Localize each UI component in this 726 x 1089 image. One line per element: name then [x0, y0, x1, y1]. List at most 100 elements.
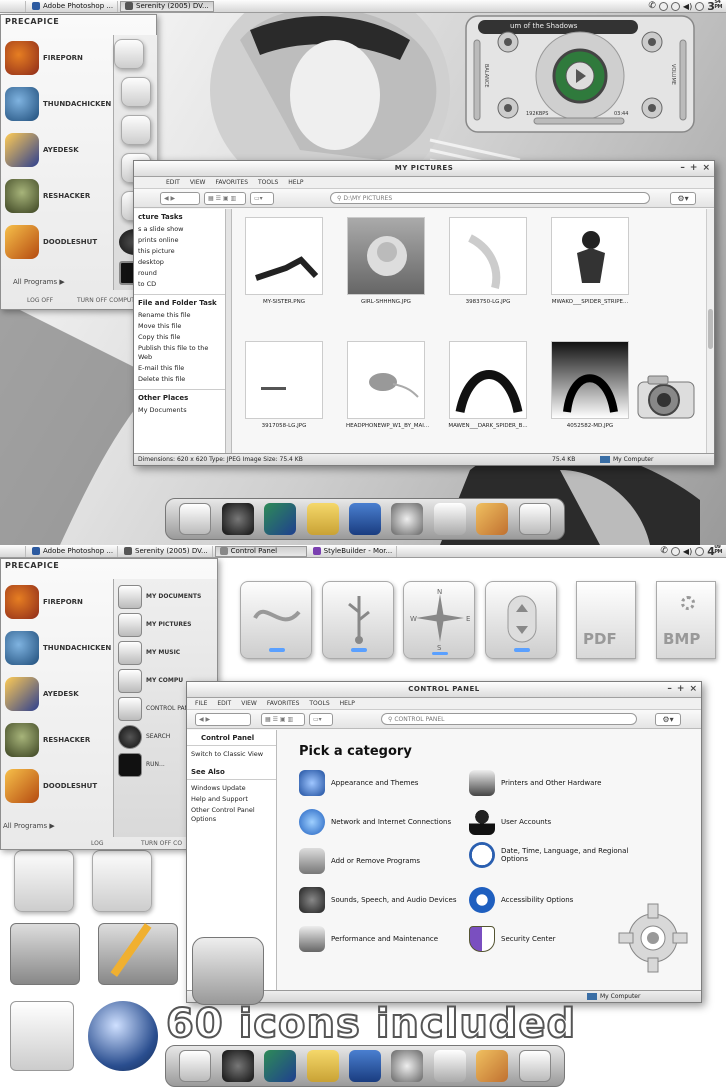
info-icon[interactable]	[695, 546, 705, 556]
scroll-thumb[interactable]	[708, 309, 713, 349]
task-link[interactable]: desktop	[134, 257, 225, 268]
shield-icon[interactable]	[670, 1, 680, 11]
my-pictures-item[interactable]: MY PICTURES	[114, 611, 217, 639]
category-add-remove[interactable]: Add or Remove Programs	[299, 848, 420, 874]
task-link[interactable]: this picture	[134, 246, 225, 257]
title-bar[interactable]: MY PICTURES – + ×	[134, 161, 714, 177]
menu-help[interactable]: HELP	[340, 700, 355, 707]
taskbar-item[interactable]: Adobe Photoshop ...	[28, 0, 119, 12]
all-programs[interactable]: All Programs ▶	[13, 278, 65, 286]
menu-help[interactable]: HELP	[288, 179, 303, 186]
start-item-reshacker[interactable]: RESHACKER	[1, 717, 111, 763]
taskbar-item[interactable]: Adobe Photoshop ...	[28, 545, 119, 557]
taskbar-item[interactable]: StyleBuilder - Mor...	[309, 545, 398, 557]
back-forward-buttons[interactable]: ◀ ▶	[160, 191, 200, 205]
menu-tools[interactable]: TOOLS	[258, 179, 278, 186]
thumbnail[interactable]: MWAKO___SPIDER_STRIPE...	[550, 217, 630, 305]
gauge-icon[interactable]	[391, 1050, 424, 1082]
category-accessibility[interactable]: Accessibility Options	[469, 887, 573, 913]
view-buttons[interactable]: ▦ ☰ ▣ ▥	[261, 712, 305, 726]
joystick-icon[interactable]	[221, 503, 254, 535]
minimize-button[interactable]: –	[667, 684, 672, 694]
thumbnail[interactable]: MAWEN___DARK_SPIDER_B...	[448, 341, 528, 429]
start-button[interactable]	[2, 545, 26, 557]
windows-update-link[interactable]: Windows Update	[187, 779, 276, 794]
start-item-fireporn[interactable]: FIREPORN	[1, 35, 111, 81]
menu-edit[interactable]: EDIT	[166, 179, 180, 186]
content-scrollbar[interactable]	[706, 209, 714, 455]
task-pane-scrollbar[interactable]	[226, 209, 232, 455]
category-performance[interactable]: Performance and Maintenance	[299, 926, 438, 952]
category-user-accounts[interactable]: User Accounts	[469, 809, 551, 835]
gauge-icon[interactable]	[391, 503, 424, 535]
menu-edit[interactable]: EDIT	[217, 700, 231, 707]
view-buttons[interactable]: ▦ ☰ ▣ ▥	[204, 191, 246, 205]
thumbnail[interactable]: GIRL-SHHHNG.JPG	[346, 217, 426, 305]
volume-icon[interactable]: ◀)	[683, 2, 692, 11]
taskbar-item[interactable]: Serenity (2005) DV...	[120, 545, 213, 557]
joystick-icon[interactable]	[221, 1050, 254, 1082]
delete-link[interactable]: Delete this file	[134, 374, 225, 385]
task-link[interactable]: round	[134, 268, 225, 279]
image-editor-icon[interactable]	[264, 503, 297, 535]
folder-icon[interactable]	[306, 1050, 339, 1082]
title-bar[interactable]: CONTROL PANEL – + ×	[187, 682, 701, 698]
start-item-doodleshut[interactable]: DOODLESHUT	[1, 219, 111, 265]
category-appearance[interactable]: Appearance and Themes	[299, 770, 418, 796]
my-documents-link[interactable]: My Documents	[134, 405, 225, 416]
start-button[interactable]	[2, 0, 26, 12]
menu-tools[interactable]: TOOLS	[309, 700, 329, 707]
other-options-link[interactable]: Other Control Panel Options	[187, 805, 276, 825]
taskbar-item[interactable]: Control Panel	[214, 545, 307, 557]
log-off-button[interactable]: LOG	[91, 840, 104, 847]
turn-off-button[interactable]: TURN OFF CO	[141, 840, 182, 847]
pencil-icon[interactable]	[476, 1050, 509, 1082]
help-support-link[interactable]: Help and Support	[187, 794, 276, 805]
my-documents-item[interactable]: MY DOCUMENTS	[114, 583, 217, 611]
minimize-button[interactable]: –	[680, 163, 685, 173]
folder-button[interactable]: ▭▾	[250, 191, 274, 205]
start-item-thundachicken[interactable]: THUNDACHICKEN	[1, 625, 111, 671]
info-icon[interactable]	[695, 1, 705, 11]
category-sounds[interactable]: Sounds, Speech, and Audio Devices	[299, 887, 456, 913]
close-button[interactable]: ×	[689, 684, 697, 694]
maximize-button[interactable]: +	[677, 684, 685, 694]
address-bar[interactable]: ⚲ CONTROL PANEL	[381, 713, 637, 725]
settings-button[interactable]: ⚙▾	[655, 713, 681, 726]
clock[interactable]: 354 PM	[707, 0, 722, 13]
tools-icon[interactable]	[433, 503, 466, 535]
documents-icon[interactable]	[114, 39, 144, 69]
task-link[interactable]: to CD	[134, 279, 225, 290]
music-icon[interactable]	[121, 115, 151, 145]
folder-button[interactable]: ▭▾	[309, 712, 333, 726]
my-music-item[interactable]: MY MUSIC	[114, 639, 217, 667]
start-item-ayedesk[interactable]: AYEDESK	[1, 671, 111, 717]
menu-view[interactable]: VIEW	[190, 179, 206, 186]
email-link[interactable]: E-mail this file	[134, 363, 225, 374]
category-printers[interactable]: Printers and Other Hardware	[469, 770, 601, 796]
clock[interactable]: 409 PM	[707, 545, 722, 558]
address-bar[interactable]: ⚲ D:\MY PICTURES	[330, 192, 650, 204]
taskbar-item[interactable]: Serenity (2005) DV...	[120, 0, 214, 12]
start-item-doodleshut[interactable]: DOODLESHUT	[1, 763, 111, 809]
category-date-time[interactable]: Date, Time, Language, and Regional Optio…	[469, 842, 639, 868]
phone-icon[interactable]: ✆	[648, 1, 656, 11]
log-off-button[interactable]: LOG OFF	[27, 297, 53, 304]
close-button[interactable]: ×	[702, 163, 710, 173]
thumbnail[interactable]: HEADPHONEWP_W1_BY_MAI...	[346, 341, 429, 429]
trash-icon[interactable]	[179, 503, 212, 535]
menu-favorites[interactable]: FAVORITES	[215, 179, 248, 186]
menu-favorites[interactable]: FAVORITES	[267, 700, 300, 707]
task-link[interactable]: prints online	[134, 235, 225, 246]
start-item-reshacker[interactable]: RESHACKER	[1, 173, 111, 219]
trash-icon[interactable]	[179, 1050, 212, 1082]
back-forward-buttons[interactable]: ◀ ▶	[195, 712, 251, 726]
category-network[interactable]: Network and Internet Connections	[299, 809, 451, 835]
switch-classic-view-link[interactable]: Switch to Classic View	[187, 745, 276, 760]
thumbnail[interactable]: MY-SISTER.PNG	[244, 217, 324, 305]
menu-file[interactable]: FILE	[195, 700, 207, 707]
start-item-ayedesk[interactable]: AYEDESK	[1, 127, 111, 173]
category-security[interactable]: Security Center	[469, 926, 556, 952]
settings-button[interactable]: ⚙▾	[670, 192, 696, 205]
start-item-fireporn[interactable]: FIREPORN	[1, 579, 111, 625]
